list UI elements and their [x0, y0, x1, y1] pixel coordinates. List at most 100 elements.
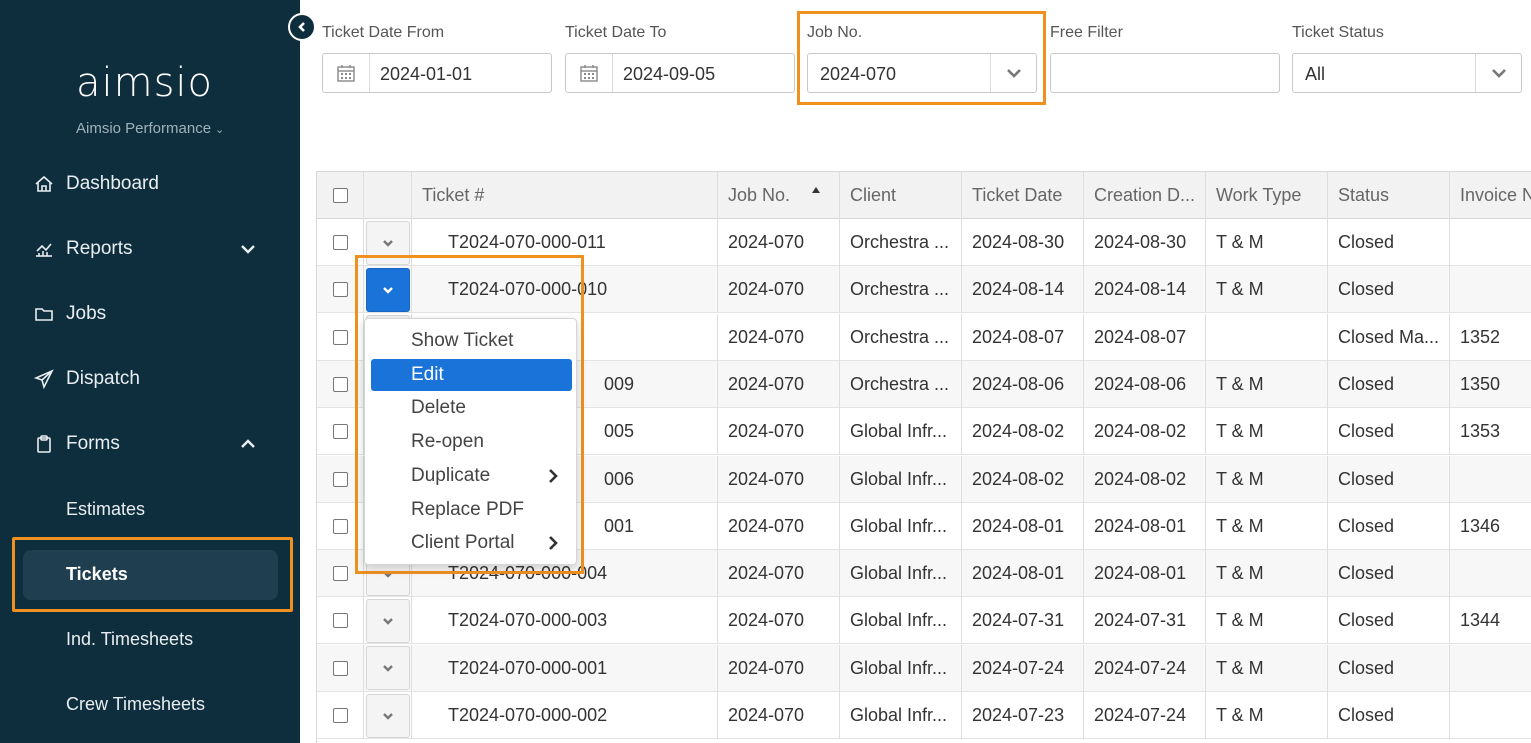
- sidebar-item-forms[interactable]: Forms: [0, 424, 300, 464]
- grid-header: Ticket # Job No. Client Ticket Date Crea…: [317, 172, 1531, 219]
- date-to-field[interactable]: 2024-09-05: [565, 53, 795, 93]
- row-menu-button[interactable]: [366, 646, 410, 691]
- org-switcher[interactable]: Aimsio Performance ⌄: [76, 120, 224, 137]
- col-header-status[interactable]: Status: [1328, 172, 1450, 219]
- row-checkbox[interactable]: [332, 518, 348, 534]
- row-checkbox[interactable]: [332, 376, 348, 392]
- calendar-icon[interactable]: [566, 54, 613, 92]
- row-menu-button[interactable]: [366, 598, 410, 643]
- row-checkbox[interactable]: [332, 424, 348, 440]
- cell-client: Global Infr...: [840, 550, 962, 598]
- row-checkbox[interactable]: [332, 660, 348, 676]
- cell-creation-date: 2024-08-02: [1084, 455, 1206, 503]
- col-header-client[interactable]: Client: [840, 172, 962, 219]
- date-to-value: 2024-09-05: [623, 64, 716, 84]
- chevron-down-icon: ⌄: [215, 124, 225, 136]
- cell-creation-date: 2024-08-06: [1084, 360, 1206, 408]
- send-icon: [33, 368, 55, 390]
- sidebar-item-jobs[interactable]: Jobs: [0, 294, 300, 334]
- col-header-ticket-date[interactable]: Ticket Date: [962, 172, 1084, 219]
- aimsio-logo[interactable]: aimsio: [76, 60, 213, 106]
- table-row[interactable]: T2024-070-000-003 2024-070 Global Infr... 2…: [317, 597, 1531, 645]
- sidebar-item-crew-timesheets[interactable]: Crew Timesheets: [66, 694, 205, 715]
- collapse-sidebar-button[interactable]: [288, 13, 316, 41]
- row-checkbox[interactable]: [332, 613, 348, 629]
- cell-creation-date: 2024-07-31: [1084, 597, 1206, 645]
- menu-item-replace-pdf[interactable]: Replace PDF: [371, 494, 572, 526]
- select-all-cell: [317, 172, 364, 219]
- highlight-box: [12, 537, 293, 612]
- col-header-job-no[interactable]: Job No.: [718, 172, 840, 219]
- table-row[interactable]: T2024-070-000-002 2024-070 Global Infr... 2…: [317, 692, 1531, 739]
- ticket-status-label: Ticket Status: [1292, 24, 1384, 41]
- cell-invoice-number: [1450, 456, 1531, 503]
- menu-item-client-portal[interactable]: Client Portal: [371, 527, 572, 559]
- chevron-down-icon[interactable]: [1475, 54, 1521, 92]
- cell-invoice-number: [1450, 550, 1531, 597]
- sidebar-item-label: Dispatch: [66, 368, 140, 389]
- cell-invoice-number: 1352: [1450, 314, 1531, 361]
- cell-status: Closed: [1328, 597, 1450, 645]
- cell-client: Global Infr...: [840, 597, 962, 645]
- row-checkbox[interactable]: [332, 329, 348, 345]
- date-from-value: 2024-01-01: [380, 64, 473, 84]
- chevron-up-icon[interactable]: [238, 434, 258, 454]
- cell-ticket-date: 2024-07-31: [962, 597, 1084, 645]
- cell-status: Closed: [1328, 455, 1450, 503]
- date-from-field[interactable]: 2024-01-01: [322, 53, 552, 93]
- cell-client: Orchestra ...: [840, 313, 962, 361]
- cell-job-no: 2024-070: [718, 550, 840, 598]
- menu-item-show-ticket[interactable]: Show Ticket: [371, 325, 572, 357]
- cell-status: Closed: [1328, 360, 1450, 408]
- sidebar-item-estimates[interactable]: Estimates: [66, 499, 145, 520]
- cell-work-type: T & M: [1206, 360, 1328, 408]
- cell-job-no: 2024-070: [718, 313, 840, 361]
- calendar-icon[interactable]: [323, 54, 370, 92]
- menu-item-delete[interactable]: Delete: [371, 392, 572, 424]
- row-checkbox[interactable]: [332, 282, 348, 298]
- col-header-creation-date[interactable]: Creation D...: [1084, 172, 1206, 219]
- sidebar-item-reports[interactable]: Reports: [0, 229, 300, 269]
- sidebar-item-dashboard[interactable]: Dashboard: [0, 164, 300, 204]
- highlight-box: [797, 11, 1046, 105]
- cell-invoice-number: [1450, 219, 1531, 266]
- ticket-status-value: All: [1305, 64, 1326, 84]
- menu-item-edit[interactable]: Edit: [371, 359, 572, 391]
- cell-invoice-number: [1450, 266, 1531, 313]
- free-filter-input[interactable]: [1050, 53, 1280, 93]
- cell-ticket-number: T2024-070-000-001: [412, 644, 718, 692]
- cell-status: Closed: [1328, 266, 1450, 314]
- col-header-invoice[interactable]: Invoice N: [1450, 172, 1531, 219]
- row-menu-button[interactable]: [366, 693, 410, 738]
- menu-item-reopen[interactable]: Re-open: [371, 426, 572, 458]
- chevron-right-icon: [544, 534, 562, 552]
- cell-status: Closed: [1328, 219, 1450, 266]
- cell-creation-date: 2024-08-07: [1084, 313, 1206, 361]
- select-all-checkbox[interactable]: [332, 188, 348, 203]
- row-checkbox[interactable]: [332, 471, 348, 487]
- sidebar-item-ind-timesheets[interactable]: Ind. Timesheets: [66, 629, 193, 650]
- cell-ticket-number: T2024-070-000-002: [412, 692, 718, 739]
- col-header-work-type[interactable]: Work Type: [1206, 172, 1328, 219]
- cell-ticket-date: 2024-07-23: [962, 692, 1084, 739]
- row-select-cell: [317, 692, 364, 739]
- row-checkbox[interactable]: [332, 708, 348, 723]
- cell-ticket-date: 2024-08-02: [962, 455, 1084, 503]
- cell-creation-date: 2024-08-01: [1084, 502, 1206, 550]
- sidebar-item-dispatch[interactable]: Dispatch: [0, 359, 300, 399]
- row-checkbox[interactable]: [332, 235, 348, 250]
- col-header-ticket[interactable]: Ticket #: [412, 172, 718, 219]
- row-action-cell: [364, 644, 412, 692]
- cell-job-no: 2024-070: [718, 360, 840, 408]
- row-select-cell: [317, 597, 364, 645]
- cell-ticket-date: 2024-08-01: [962, 550, 1084, 598]
- chevron-down-icon: [383, 665, 393, 672]
- row-checkbox[interactable]: [332, 566, 348, 582]
- chevron-down-icon[interactable]: [238, 239, 258, 259]
- menu-item-duplicate[interactable]: Duplicate: [371, 460, 572, 492]
- ticket-status-select[interactable]: All: [1292, 53, 1522, 93]
- table-row[interactable]: T2024-070-000-001 2024-070 Global Infr... 2…: [317, 644, 1531, 692]
- org-name: Aimsio Performance: [76, 120, 212, 137]
- cell-status: Closed: [1328, 550, 1450, 598]
- cell-creation-date: 2024-08-14: [1084, 266, 1206, 314]
